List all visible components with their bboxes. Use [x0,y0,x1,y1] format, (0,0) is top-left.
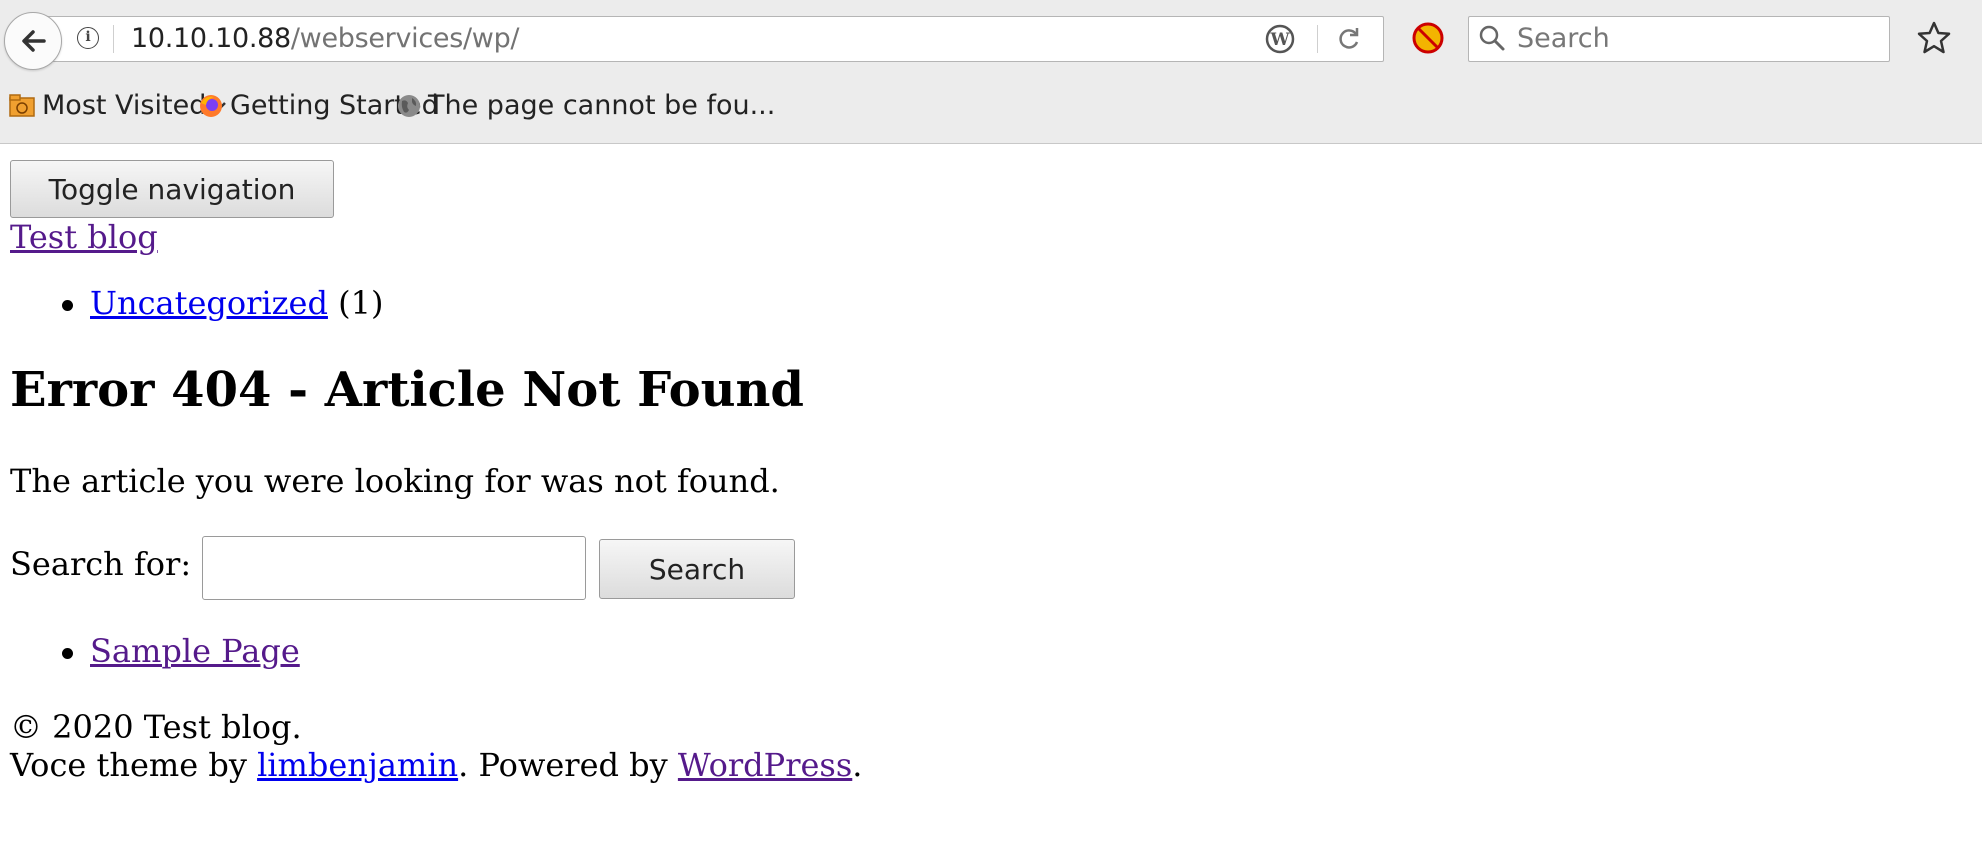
bookmark-page-cannot-be-found[interactable]: The page cannot be fou... [396,90,775,121]
bookmark-label: Most Visited [42,90,207,121]
search-icon [1479,25,1505,51]
wordpress-link[interactable]: WordPress [678,746,852,784]
reload-icon[interactable] [1335,25,1363,53]
folder-icon [9,93,35,117]
firefox-icon [200,94,222,117]
search-input[interactable] [202,536,586,600]
url-host: 10.10.10.88 [131,23,291,54]
search-label: Search for: [10,545,192,583]
bookmark-label: The page cannot be fou... [428,90,776,121]
browser-search-placeholder: Search [1517,23,1610,54]
category-link-uncategorized[interactable]: Uncategorized [90,284,328,322]
footer-end: . [852,746,863,784]
info-icon[interactable]: i [77,27,99,49]
globe-icon [398,94,420,117]
footer-copyright: © 2020 Test blog. [10,708,302,746]
url-separator [113,25,114,53]
category-list: Uncategorized (1) [10,284,610,324]
list-bullet [62,300,73,311]
url-path: /webservices/wp/ [290,23,520,54]
search-button[interactable]: Search [599,539,795,599]
url-bar[interactable]: i 10.10.10.88/webservices/wp/ W [34,16,1384,62]
noscript-icon[interactable] [1410,20,1446,56]
list-bullet [62,648,73,659]
footer-powered-prefix: . Powered by [458,746,678,784]
bookmarks-toolbar: Most Visited Getting Started The page ca… [0,84,1982,138]
footer-theme-prefix: Voce theme by [10,746,258,784]
site-title-link[interactable]: Test blog [10,218,158,256]
url-separator-2 [1317,25,1318,53]
category-count: (1) [338,284,384,322]
bookmark-star-icon[interactable] [1914,18,1954,58]
category-item: Uncategorized (1) [90,284,383,322]
footer-credits: Voce theme by limbenjamin. Powered by Wo… [10,746,862,784]
browser-chrome: i 10.10.10.88/webservices/wp/ W Search M… [0,0,1982,144]
back-button[interactable] [4,12,62,70]
error-message: The article you were looking for was not… [10,462,780,500]
pages-list: Sample Page [10,632,610,672]
page-link-sample-page[interactable]: Sample Page [90,632,300,670]
wordpress-icon[interactable]: W [1265,24,1295,54]
page-heading: Error 404 - Article Not Found [10,362,804,418]
svg-text:W: W [1269,30,1290,50]
theme-author-link[interactable]: limbenjamin [257,746,458,784]
toggle-navigation-button[interactable]: Toggle navigation [10,160,334,218]
back-arrow-icon [22,30,46,52]
url-text[interactable]: 10.10.10.88/webservices/wp/ [131,23,520,54]
browser-search-bar[interactable]: Search [1468,16,1890,62]
